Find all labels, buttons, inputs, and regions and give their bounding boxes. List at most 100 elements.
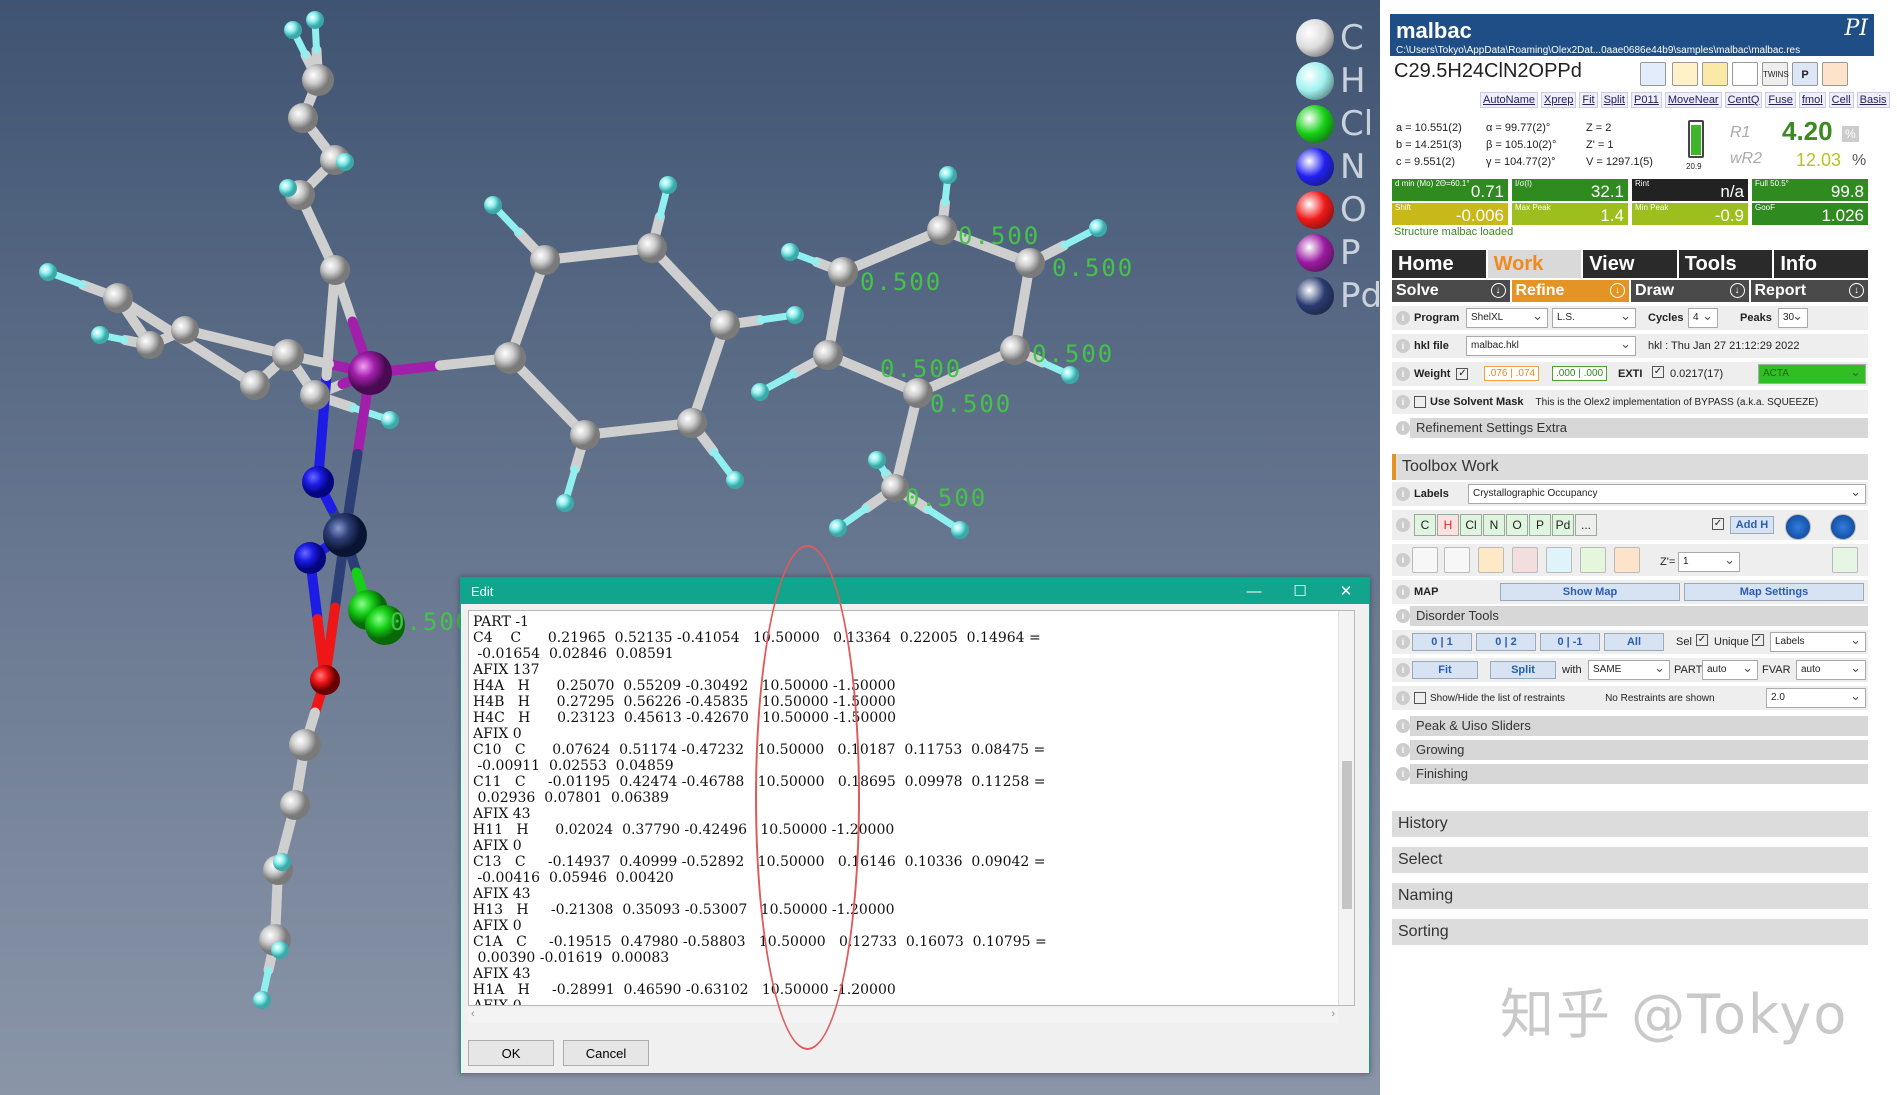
subtab-report[interactable]: Report ↓	[1750, 280, 1868, 302]
atom-c2[interactable]	[288, 103, 318, 133]
ok-button[interactable]: OK	[468, 1040, 554, 1066]
atom-d3[interactable]	[1015, 248, 1045, 278]
atom-c1[interactable]	[302, 64, 334, 96]
atom-h4[interactable]	[279, 179, 297, 197]
atom-h5[interactable]	[39, 263, 57, 281]
twins-icon[interactable]: TWINS	[1762, 62, 1789, 86]
split-button[interactable]: Split	[1490, 661, 1556, 679]
pencil-icon[interactable]	[1640, 62, 1666, 86]
atom-h1[interactable]	[306, 11, 324, 29]
info-icon[interactable]: i	[1396, 767, 1410, 781]
part-button[interactable]: 0 | 2	[1476, 633, 1536, 651]
part-select[interactable]: auto	[1702, 660, 1758, 680]
section-history[interactable]: History	[1392, 811, 1868, 837]
part-button[interactable]: All	[1604, 633, 1664, 651]
arrow-down-icon[interactable]: ↓	[1729, 283, 1745, 298]
info-icon[interactable]: i	[1396, 635, 1410, 649]
atom-h9[interactable]	[659, 176, 677, 194]
clean-icon[interactable]	[1478, 547, 1504, 573]
link-cell[interactable]: Cell	[1828, 92, 1854, 108]
element-button-n[interactable]: N	[1483, 514, 1505, 536]
atom-b2[interactable]	[530, 245, 560, 275]
atom-h12[interactable]	[556, 494, 574, 512]
restraints-select[interactable]: 2.0	[1766, 688, 1866, 708]
addh-button[interactable]: Add H	[1730, 516, 1774, 534]
atom-b6[interactable]	[570, 420, 600, 450]
f-icon[interactable]	[1580, 547, 1606, 573]
atom-h18[interactable]	[868, 451, 886, 469]
atom-n1[interactable]	[302, 466, 334, 498]
info-icon[interactable]: i	[1396, 585, 1410, 599]
info-icon[interactable]: i	[1396, 663, 1410, 677]
atom-c7[interactable]	[240, 370, 270, 400]
atom-b5[interactable]	[677, 408, 707, 438]
atom-c5[interactable]	[320, 255, 350, 285]
unique-checkbox[interactable]: ✓	[1752, 634, 1764, 646]
ok-check-icon[interactable]	[1832, 547, 1858, 573]
document-icon[interactable]	[1732, 62, 1758, 86]
atom-d6[interactable]	[813, 340, 843, 370]
atom-o1[interactable]	[310, 665, 340, 695]
atom-h11[interactable]	[726, 471, 744, 489]
horizontal-scrollbar[interactable]: ‹ ›	[468, 1008, 1338, 1023]
weight-checkbox[interactable]: ✓	[1456, 368, 1469, 380]
hfix-icon[interactable]	[1512, 547, 1538, 573]
arrow-down-icon[interactable]: ↓	[1490, 283, 1506, 298]
res-file-text[interactable]: PART -1 C4 C 0.21965 0.52135 -0.41054 10…	[469, 611, 1354, 1005]
section-select[interactable]: Select	[1392, 847, 1868, 873]
atom-b3[interactable]	[637, 233, 667, 263]
tab-work[interactable]: Work	[1487, 250, 1582, 278]
element-button-pd[interactable]: Pd	[1552, 514, 1574, 536]
atom-b1[interactable]	[494, 342, 526, 374]
atom-c6[interactable]	[272, 339, 304, 371]
tab-tools[interactable]: Tools	[1678, 250, 1773, 278]
atom-c9[interactable]	[103, 283, 133, 313]
atom-h13[interactable]	[781, 243, 799, 261]
show-map-button[interactable]: Show Map	[1500, 583, 1680, 601]
link-fit[interactable]: Fit	[1579, 92, 1598, 108]
slider-bar[interactable]: Peak & Uiso Sliders	[1410, 716, 1868, 736]
info-icon[interactable]: i	[1396, 311, 1410, 325]
section-sorting[interactable]: Sorting	[1392, 919, 1868, 945]
info-icon[interactable]: i	[1396, 367, 1410, 381]
info-icon[interactable]: i	[1396, 743, 1410, 757]
close-icon[interactable]: ✕	[1323, 582, 1369, 600]
sphere-icon[interactable]	[1785, 514, 1811, 540]
toolbox-header[interactable]: Toolbox Work	[1392, 454, 1868, 480]
refinement-extra-bar[interactable]: Refinement Settings Extra	[1410, 418, 1868, 438]
disorder-tools-bar[interactable]: Disorder Tools	[1410, 606, 1868, 626]
atom-c11[interactable]	[136, 331, 164, 359]
atom-e1[interactable]	[289, 729, 321, 761]
zprime-input[interactable]: 1	[1678, 552, 1740, 572]
scroll-left-icon[interactable]: ‹	[471, 1008, 475, 1020]
element-button-p[interactable]: P	[1529, 514, 1551, 536]
hydrogen-tools-icon[interactable]	[1412, 547, 1438, 573]
link-xprep[interactable]: Xprep	[1540, 92, 1577, 108]
atom-h17[interactable]	[751, 383, 769, 401]
hkl-select[interactable]: malbac.hkl	[1466, 336, 1636, 356]
link-p011[interactable]: P011	[1630, 92, 1662, 108]
acta-select[interactable]: ACTA	[1758, 364, 1866, 384]
atom-h19[interactable]	[829, 519, 847, 537]
info-icon[interactable]: i	[1396, 487, 1410, 501]
atom-p1[interactable]	[348, 351, 392, 395]
element-button-o[interactable]: O	[1506, 514, 1528, 536]
fvar-select[interactable]: auto	[1796, 660, 1866, 680]
slider-bar[interactable]: Finishing	[1410, 764, 1868, 784]
edit-icon[interactable]	[1672, 62, 1698, 86]
atom-b4[interactable]	[710, 310, 740, 340]
slider-bar[interactable]: Growing	[1410, 740, 1868, 760]
tab-home[interactable]: Home	[1392, 250, 1486, 278]
atom-h8[interactable]	[484, 196, 502, 214]
atom-n2[interactable]	[294, 542, 326, 574]
edit-dialog[interactable]: Edit — ☐ ✕ PART -1 C4 C 0.21965 0.52135 …	[460, 577, 1370, 1074]
element-button-cl[interactable]: Cl	[1460, 514, 1482, 536]
scroll-thumb[interactable]	[1342, 761, 1352, 909]
subtab-refine[interactable]: Refine ↓	[1511, 280, 1629, 302]
arrow-down-icon[interactable]: ↓	[1610, 283, 1625, 298]
info-icon[interactable]: i	[1396, 553, 1410, 567]
addh-checkbox[interactable]: ✓	[1712, 518, 1724, 530]
info-icon[interactable]: i	[1396, 395, 1410, 409]
atom-c8[interactable]	[300, 380, 330, 410]
atom-h6[interactable]	[91, 326, 109, 344]
